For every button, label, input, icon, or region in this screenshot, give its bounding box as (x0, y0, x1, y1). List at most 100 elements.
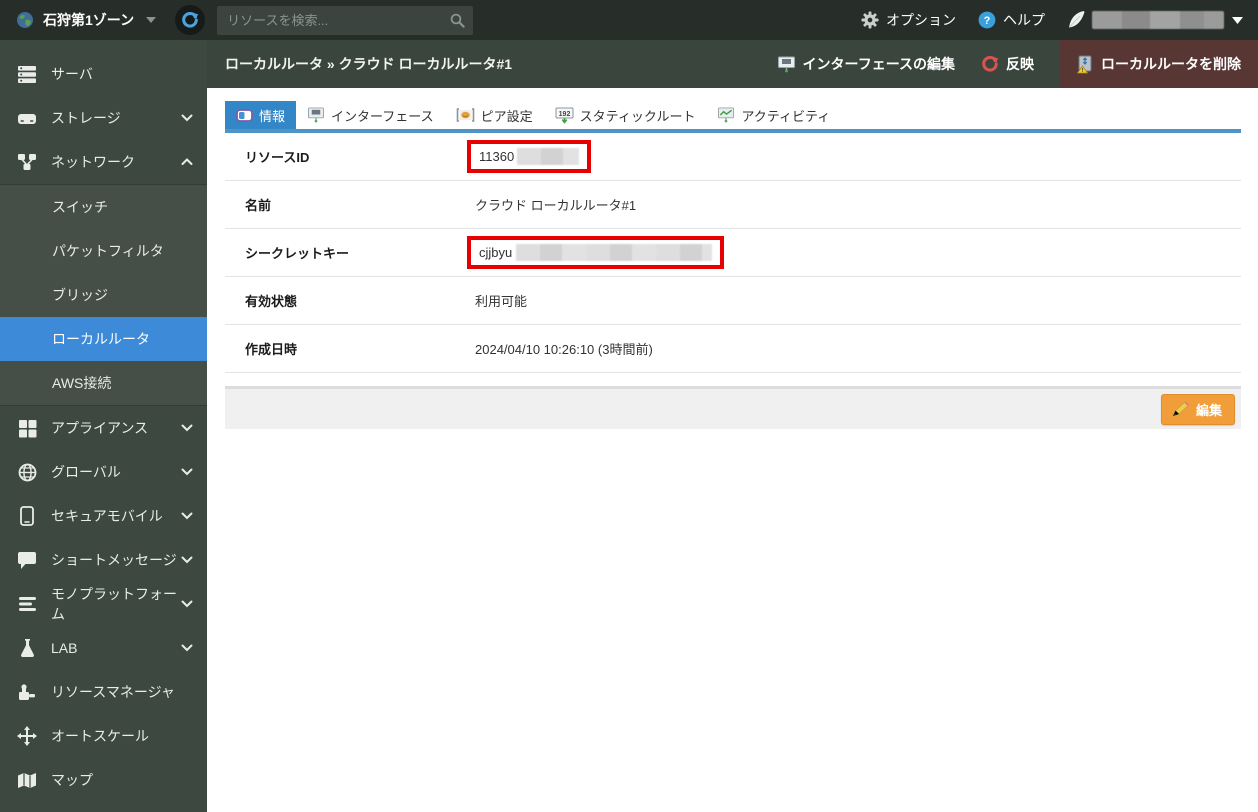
sidebar-item-network[interactable]: ネットワーク (0, 140, 207, 184)
help-label: ヘルプ (1003, 12, 1045, 28)
zone-selector[interactable]: 石狩第1ゾーン (0, 10, 169, 30)
tab-activity[interactable]: アクティビティ (706, 101, 841, 129)
tab-static-route[interactable]: 192 スタティックルート (544, 101, 707, 129)
content-panel: 情報 インターフェース ピア設定 192 スタティックルート アクティビティ リソースID… (207, 88, 1258, 429)
sidebar-item-map[interactable]: マップ (0, 758, 207, 802)
sidebar-item-resource-manager[interactable]: リソースマネージャ (0, 670, 207, 714)
reflect-button[interactable]: 反映 (981, 54, 1034, 74)
globe-nav-icon (16, 463, 38, 482)
zone-globe-icon (16, 11, 34, 29)
sidebar-item-label: グローバル (51, 464, 121, 480)
panel-footer: 編集 (225, 386, 1241, 429)
map-icon (16, 772, 38, 789)
sidebar-item-aws-connect[interactable]: AWS接続 (0, 361, 207, 405)
sidebar-item-label: ブリッジ (52, 287, 108, 303)
peer-icon (456, 108, 475, 122)
storage-icon (16, 111, 38, 126)
sidebar-item-label: パケットフィルタ (52, 243, 164, 259)
header-actions: インターフェースの編集 反映 ! ローカルルータを削除 (777, 40, 1258, 88)
info-row-created_at: 作成日時 2024/04/10 10:26:10 (3時間前) (225, 325, 1241, 373)
sidebar-item-appliance[interactable]: アプライアンス (0, 406, 207, 450)
message-icon (16, 551, 38, 570)
refresh-icon (181, 11, 199, 29)
account-name-redacted (1092, 11, 1224, 29)
sidebar-item-label: アプライアンス (51, 420, 149, 436)
info-row-name: 名前 クラウド ローカルルータ#1 (225, 181, 1241, 229)
interface-icon (307, 107, 325, 123)
svg-text:?: ? (984, 15, 991, 27)
header-bar: ローカルルータ » クラウド ローカルルータ#1 インターフェースの編集 反映 … (207, 40, 1258, 88)
help-button[interactable]: ? ヘルプ (978, 10, 1045, 30)
sidebar-item-label: LAB (51, 640, 78, 656)
network-icon (16, 153, 38, 171)
sidebar-item-mono-platform[interactable]: モノプラットフォーム (0, 582, 207, 626)
sidebar-item-label: ストレージ (51, 110, 121, 126)
sidebar-item-lab[interactable]: LAB (0, 626, 207, 670)
tab-peer[interactable]: ピア設定 (445, 101, 544, 129)
autoscale-icon (16, 726, 38, 746)
tab-info[interactable]: 情報 (225, 101, 297, 129)
zone-caret-icon (145, 16, 157, 24)
redaction-highlight-box: cjjbyu (467, 236, 725, 269)
chevron-down-icon (181, 468, 193, 476)
sidebar-item-label: セキュアモバイル (51, 508, 163, 524)
chevron-down-icon (181, 556, 193, 564)
sidebar-item-bridge[interactable]: ブリッジ (0, 273, 207, 317)
options-button[interactable]: オプション (861, 10, 956, 30)
delete-local-router-button[interactable]: ! ローカルルータを削除 (1060, 40, 1258, 88)
info-icon (236, 108, 253, 122)
row-label: リソースID (245, 150, 310, 165)
tab-label: 情報 (259, 108, 286, 124)
redaction-highlight-box: 11360 (467, 140, 592, 173)
sidebar-item-switch[interactable]: スイッチ (0, 185, 207, 229)
gear-icon (861, 11, 879, 29)
sidebar-item-storage[interactable]: ストレージ (0, 96, 207, 140)
edit-button[interactable]: 編集 (1160, 393, 1235, 425)
row-value: cjjbyu (479, 245, 513, 260)
tab-label: インターフェース (331, 108, 434, 124)
row-value: 2024/04/10 10:26:10 (3時間前) (475, 342, 653, 357)
search-input[interactable] (227, 12, 451, 28)
sidebar-item-server[interactable]: サーバ (0, 52, 207, 96)
lab-icon (16, 638, 38, 658)
edit-interface-button[interactable]: インターフェースの編集 (777, 54, 955, 74)
activity-icon (717, 107, 735, 123)
sidebar-item-packet-filter[interactable]: パケットフィルタ (0, 229, 207, 273)
sidebar-item-local-router[interactable]: ローカルルータ (0, 317, 207, 361)
sidebar-item-global[interactable]: グローバル (0, 450, 207, 494)
topbar-right: オプション ? ヘルプ (849, 10, 1258, 30)
row-label: 作成日時 (245, 342, 298, 357)
sidebar-item-label: ショートメッセージ (51, 552, 177, 568)
account-menu[interactable] (1067, 10, 1244, 30)
tab-interface[interactable]: インターフェース (296, 101, 445, 129)
sidebar-item-label: サーバ (51, 66, 93, 82)
sidebar-item-auto-scale[interactable]: オートスケール (0, 714, 207, 758)
row-label: 有効状態 (245, 294, 298, 309)
search-box[interactable] (217, 5, 474, 35)
sidebar-item-label: リソースマネージャ (51, 684, 175, 700)
account-caret-icon (1231, 16, 1244, 25)
info-row-status: 有効状態 利用可能 (225, 277, 1241, 325)
pencil-icon (1171, 400, 1190, 418)
sidebar-item-secure-mobile[interactable]: セキュアモバイル (0, 494, 207, 538)
redacted-value (517, 148, 580, 165)
delete-router-icon: ! (1077, 55, 1093, 74)
help-icon: ? (978, 11, 996, 29)
row-value: 利用可能 (475, 294, 528, 309)
chevron-up-icon (181, 158, 193, 166)
info-row-secret_key: シークレットキー cjjbyu (225, 229, 1241, 277)
network-submenu: スイッチパケットフィルタ ブリッジローカルルータ AWS接続 (0, 184, 207, 406)
interface-icon (777, 56, 796, 73)
row-value-cell: 2024/04/10 10:26:10 (3時間前) (475, 339, 653, 358)
options-label: オプション (886, 12, 956, 28)
sidebar-item-short-message[interactable]: ショートメッセージ (0, 538, 207, 582)
chevron-down-icon (181, 644, 193, 652)
chevron-down-icon (181, 512, 193, 520)
refresh-button[interactable] (175, 5, 206, 35)
reflect-label: 反映 (1006, 56, 1034, 72)
redacted-value (516, 244, 713, 261)
delete-label: ローカルルータを削除 (1101, 56, 1241, 72)
edit-button-label: 編集 (1195, 402, 1222, 418)
sidebar-item-label: マップ (51, 772, 93, 788)
breadcrumb[interactable]: ローカルルータ » クラウド ローカルルータ#1 (225, 54, 512, 74)
